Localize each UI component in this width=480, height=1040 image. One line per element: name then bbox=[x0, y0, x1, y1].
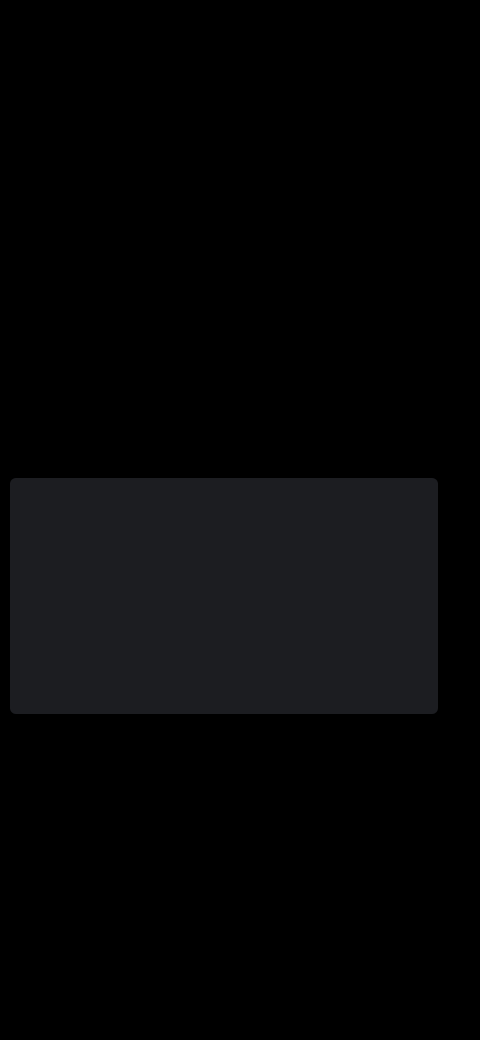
back-button[interactable] bbox=[60, 910, 150, 946]
date-picker[interactable] bbox=[10, 478, 438, 714]
status-bar bbox=[0, 0, 480, 60]
next-button[interactable] bbox=[364, 910, 434, 946]
